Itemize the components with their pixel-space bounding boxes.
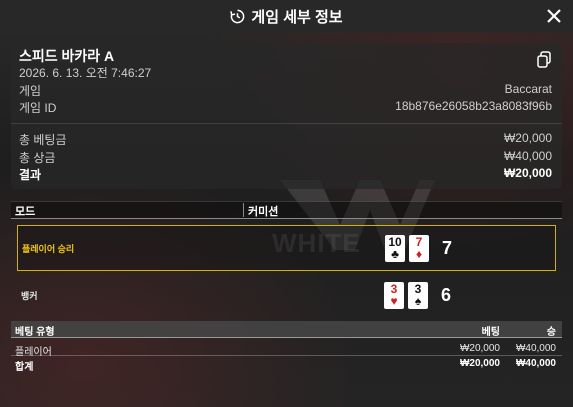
close-icon	[547, 9, 561, 23]
banker-outcome-row: 뱅커 3 ♥ 3 ♠ 6	[17, 273, 554, 317]
playing-card: 7 ♦	[409, 234, 429, 262]
bet-amount: ₩20,000	[459, 343, 500, 354]
divider	[11, 123, 562, 124]
game-title: 스피드 바카라 A	[19, 48, 115, 64]
card-rank: 10	[388, 234, 402, 249]
player-score: 7	[442, 237, 453, 258]
mode-table-header: 모드 커미션	[11, 201, 562, 219]
game-summary-card: 스피드 바카라 A 2026. 6. 13. 오전 7:46:27 게임 Bac…	[11, 43, 562, 189]
playing-card: 3 ♠	[408, 281, 428, 309]
game-id-row: 게임 ID 18b876e26058b23a8083f96b	[19, 99, 552, 116]
bets-table-header: 베팅 유형 베팅 승	[11, 321, 562, 338]
player-outcome-label: 플레이어 승리	[22, 243, 75, 254]
modal-header: 게임 세부 정보	[0, 0, 573, 32]
total-bet-value: ₩20,000	[503, 131, 552, 145]
table-row: 플레이어 ₩20,000 ₩40,000	[11, 341, 562, 358]
bet-column-header: 베팅	[481, 327, 500, 338]
total-row: 합계 ₩20,000 ₩40,000	[11, 355, 562, 373]
total-bet-label: 총 베팅금	[19, 133, 67, 147]
banker-score: 6	[441, 284, 452, 305]
copy-icon	[537, 51, 551, 68]
total-bet-amount: ₩20,000	[459, 358, 500, 369]
result-value: ₩20,000	[503, 166, 552, 180]
card-rank: 3	[414, 281, 422, 296]
commission-column-header: 커미션	[243, 203, 278, 218]
playing-card: 10 ♣	[385, 234, 405, 262]
card-rank: 3	[390, 281, 398, 296]
game-datetime: 2026. 6. 13. 오전 7:46:27	[19, 66, 152, 80]
modal-title-text: 게임 세부 정보	[251, 8, 343, 26]
history-icon	[230, 9, 245, 23]
total-win-value: ₩40,000	[503, 149, 552, 163]
bet-type-column-header: 베팅 유형	[15, 327, 55, 338]
result-label: 결과	[19, 168, 42, 182]
total-win-row: 총 상금 ₩40,000	[19, 149, 552, 166]
club-suit-icon: ♣	[391, 246, 399, 261]
banker-cards: 3 ♥ 3 ♠	[384, 281, 428, 309]
game-value: Baccarat	[504, 82, 552, 96]
total-win-amount: ₩40,000	[515, 358, 556, 369]
diamond-suit-icon: ♦	[415, 246, 423, 261]
game-row: 게임 Baccarat	[19, 82, 552, 99]
result-row: 결과 ₩20,000	[19, 166, 552, 183]
game-id-value: 18b876e26058b23a8083f96b	[395, 99, 552, 113]
win-column-header: 승	[546, 327, 556, 338]
heart-suit-icon: ♥	[390, 293, 398, 308]
player-outcome-row: 플레이어 승리 10 ♣ 7 ♦ 7	[17, 225, 556, 271]
close-button[interactable]	[543, 5, 565, 27]
playing-card: 3 ♥	[384, 281, 404, 309]
banker-outcome-label: 뱅커	[21, 290, 38, 301]
mode-column-header: 모드	[15, 206, 36, 218]
modal-title: 게임 세부 정보	[230, 6, 343, 27]
card-rank: 7	[415, 234, 423, 249]
spade-suit-icon: ♠	[414, 293, 422, 308]
total-bet-row: 총 베팅금 ₩20,000	[19, 131, 552, 148]
total-win-label: 총 상금	[19, 151, 56, 165]
game-label: 게임	[19, 84, 42, 98]
win-amount: ₩40,000	[515, 343, 556, 354]
game-id-label: 게임 ID	[19, 101, 57, 115]
player-cards: 10 ♣ 7 ♦	[385, 234, 429, 262]
total-label: 합계	[15, 362, 34, 373]
copy-button[interactable]	[536, 51, 552, 69]
